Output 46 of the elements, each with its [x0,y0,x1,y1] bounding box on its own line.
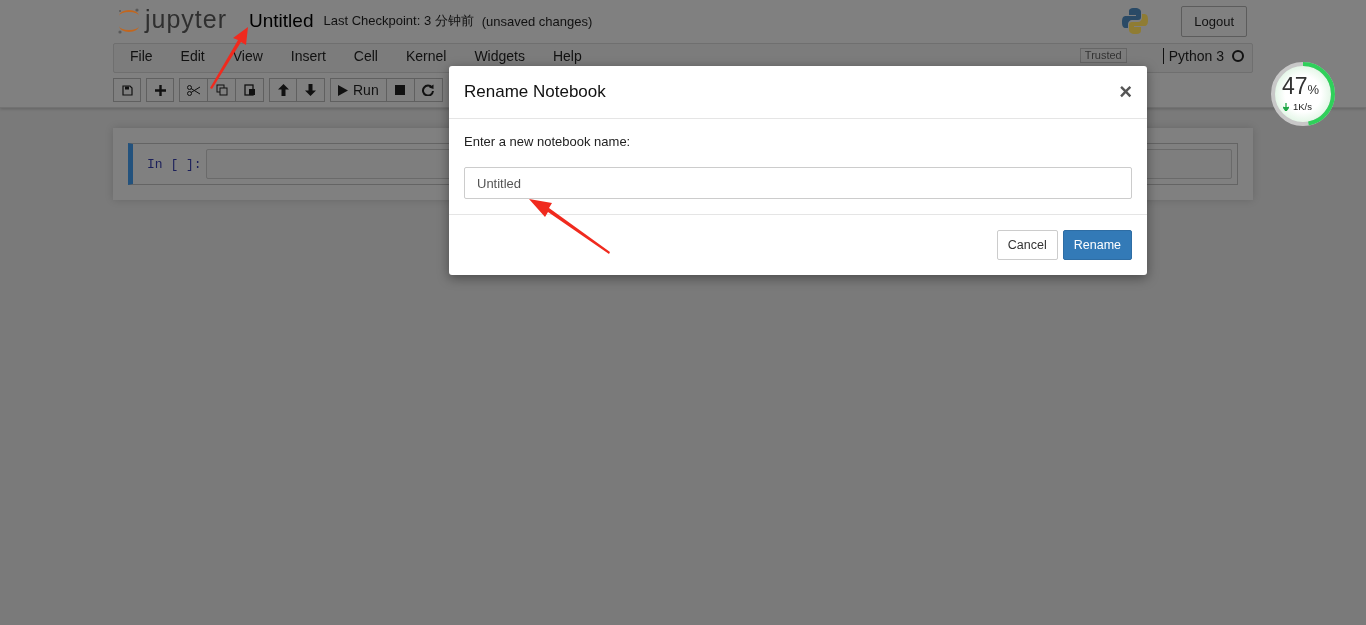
name-input-field[interactable]: Untitled [464,167,1132,199]
kernel-name: Python 3 [1168,48,1224,64]
dialog-prompt: Enter a new notebook name: [464,134,632,149]
down-button[interactable] [297,78,325,102]
stop-button[interactable] [386,78,415,102]
autosave-status: (unsaved changes) [481,13,593,29]
percent-reading: 47% [1282,73,1320,101]
logo-text: jupyter [145,4,228,34]
menu-item[interactable]: View [220,47,275,65]
play-icon [338,84,348,96]
paste-button[interactable] [236,78,264,102]
menu-item[interactable]: Help [540,47,594,65]
checkpoint-status: Last Checkpoint: 3 分钟前 [323,12,474,30]
rename-button[interactable]: Rename [1062,230,1132,260]
plus-icon [154,84,166,96]
restart-icon [422,84,435,96]
rate-reading: 1K/s [1293,101,1312,112]
paste-icon [243,84,256,96]
menu-item[interactable]: Insert [278,47,338,65]
notebook-title[interactable]: Untitled [247,8,316,34]
menu-item[interactable]: Cell [341,47,390,65]
arrow-down-icon [305,84,316,96]
cut-icon [187,84,200,96]
input-prompt: In [ ]: [147,156,202,172]
arrow-up-icon [277,84,289,96]
restart-button[interactable] [414,78,443,102]
copy-icon [215,84,228,96]
logout-button[interactable]: Logout [1181,5,1247,37]
dialog-title: Rename Notebook [464,82,607,102]
menu-item[interactable]: Widgets [462,47,537,65]
cancel-button[interactable]: Cancel [996,230,1058,260]
stop-icon [395,85,406,95]
logo-icon [117,7,141,35]
menu-item[interactable]: File [118,47,165,65]
trusted-indicator[interactable]: Trusted [1079,47,1127,63]
save-button[interactable] [113,78,141,102]
menu-item[interactable]: Edit [168,47,217,65]
save-icon [121,84,133,96]
close-button[interactable]: × [1119,82,1132,102]
cut-button[interactable] [179,78,208,102]
download-arrow-icon [1283,102,1289,111]
add-button[interactable] [146,78,174,102]
up-button[interactable] [269,78,297,102]
run-button[interactable]: Run [330,78,387,102]
menu-item[interactable]: Kernel [393,47,459,65]
python-logo-icon [1121,7,1150,35]
